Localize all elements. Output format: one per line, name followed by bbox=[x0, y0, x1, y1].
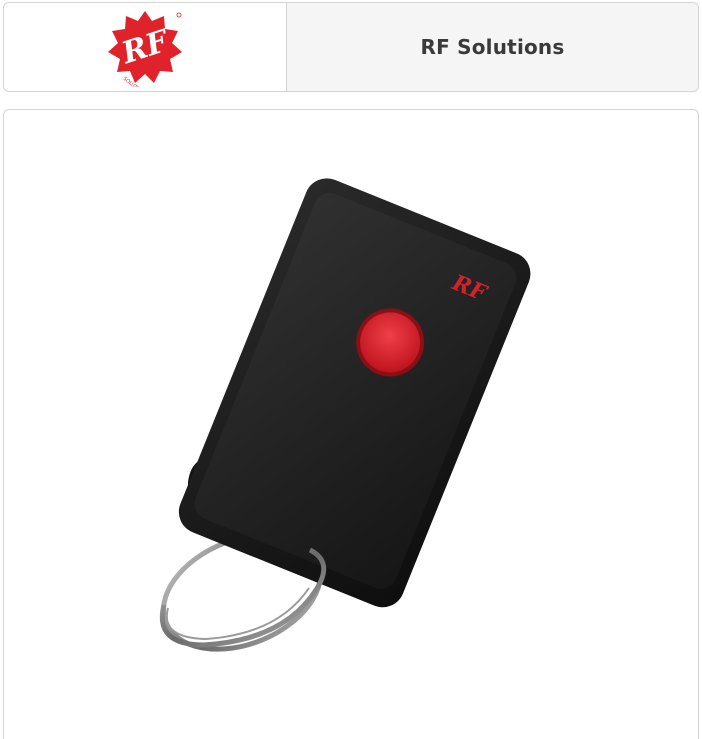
logo-cell: RF SOLUTIONS bbox=[4, 3, 287, 91]
brand-name: RF Solutions bbox=[420, 35, 565, 59]
keyfob-remote-image: RF bbox=[160, 178, 531, 652]
brand-cell: RF Solutions bbox=[287, 3, 698, 91]
rf-solutions-logo-icon: RF SOLUTIONS bbox=[108, 11, 182, 87]
page: RF SOLUTIONS RF Solutions bbox=[0, 0, 702, 739]
header-card: RF SOLUTIONS RF Solutions bbox=[3, 2, 699, 92]
product-card: RF bbox=[3, 109, 699, 739]
